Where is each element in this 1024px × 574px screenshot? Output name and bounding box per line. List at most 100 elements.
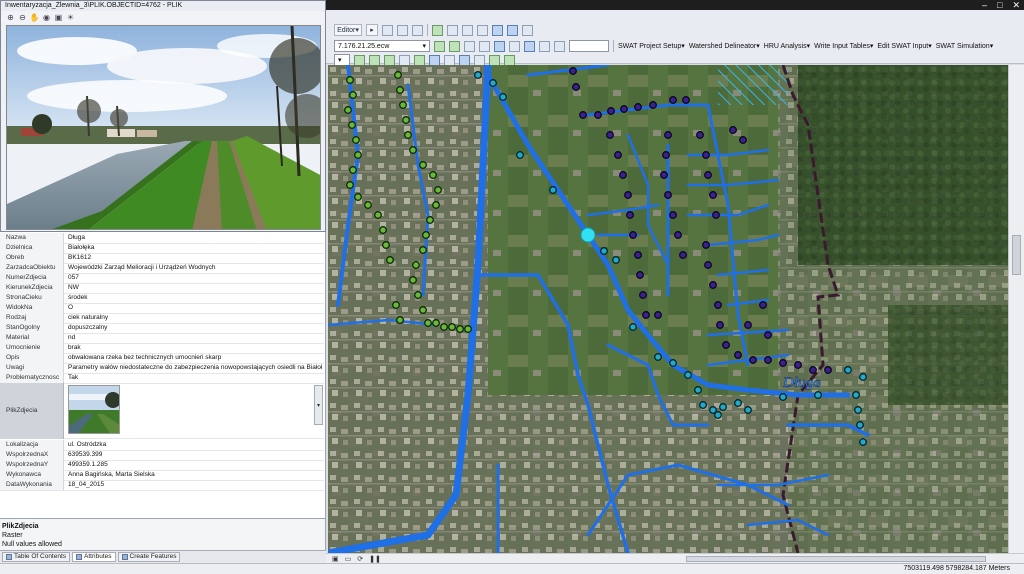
map-point[interactable] (374, 211, 382, 219)
attribute-row[interactable]: Opis obwałowana rzeka bez technicznych um… (0, 353, 324, 364)
map-point[interactable] (629, 323, 637, 331)
rotate-icon[interactable] (462, 24, 473, 36)
map-point[interactable] (854, 406, 862, 414)
map-point[interactable] (396, 316, 404, 324)
map-point[interactable] (779, 359, 787, 367)
map-point[interactable] (379, 226, 387, 234)
map-point[interactable] (572, 83, 580, 91)
attribute-value[interactable]: dopuszczalny (68, 323, 322, 333)
map-point[interactable] (607, 107, 615, 115)
map-point[interactable] (354, 193, 362, 201)
attribute-value[interactable]: 499359.1.285 (68, 460, 322, 470)
map-point[interactable] (346, 76, 354, 84)
attribute-value[interactable]: 057 (68, 273, 322, 283)
attribute-row[interactable]: DataWykonania 18_04_2015 (0, 480, 324, 491)
map-point[interactable] (664, 191, 672, 199)
map-point[interactable] (859, 438, 867, 446)
map-point[interactable] (852, 391, 860, 399)
map-point[interactable] (709, 281, 717, 289)
straight-segment-icon[interactable] (382, 24, 393, 36)
map-point[interactable] (660, 171, 668, 179)
chart-icon[interactable] (474, 54, 485, 66)
attribute-value[interactable]: obwałowana rzeka bez technicznych umocni… (68, 353, 322, 363)
identify-icon[interactable] (434, 40, 445, 52)
full-extent-map-icon[interactable] (399, 54, 410, 66)
map-point[interactable] (499, 93, 507, 101)
attribute-value[interactable]: 18_04_2015 (68, 480, 322, 490)
zoom-in-icon[interactable]: ⊕ (6, 13, 15, 22)
menu-swat-project-setup[interactable]: SWAT Project Setup▾ (618, 42, 685, 50)
html-popup-icon[interactable] (494, 40, 505, 52)
clear-selection-icon[interactable] (459, 54, 470, 66)
map-point[interactable] (432, 201, 440, 209)
map-point[interactable] (669, 359, 677, 367)
attribute-value[interactable]: nd (68, 333, 322, 343)
map-point[interactable] (679, 251, 687, 259)
map-canvas[interactable]: Długa (328, 65, 1008, 553)
attribute-value[interactable]: Białołęka (68, 243, 322, 253)
map-point[interactable] (716, 321, 724, 329)
attribute-value[interactable]: 639539.399 (68, 450, 322, 460)
map-point[interactable] (634, 103, 642, 111)
attribute-value[interactable]: Anna Bagińska, Marta Sielska (68, 470, 322, 480)
attribute-row[interactable]: ZarzadcaObiektu Wojewódzki Zarząd Meliora… (0, 263, 324, 274)
map-point[interactable] (702, 151, 710, 159)
attribute-row[interactable]: WidokNa O (0, 303, 324, 314)
map-point[interactable] (354, 151, 362, 159)
open-icon[interactable]: ▣ (54, 13, 63, 22)
attribute-row[interactable]: StanOgolny dopuszczalny (0, 323, 324, 334)
globe-icon[interactable] (489, 54, 500, 66)
map-point[interactable] (429, 171, 437, 179)
scale-input[interactable] (569, 40, 609, 52)
map-point[interactable] (364, 201, 372, 209)
map-point[interactable] (654, 311, 662, 319)
measure-icon[interactable] (464, 40, 475, 52)
attribute-row[interactable]: Obreb BK1612 (0, 253, 324, 264)
map-point[interactable] (624, 191, 632, 199)
point-icon[interactable] (412, 24, 423, 36)
attribute-row[interactable]: Problematycznosc Tak (0, 373, 324, 384)
attribute-value[interactable]: BK1612 (68, 253, 322, 263)
attributes-icon[interactable] (492, 24, 503, 36)
map-point[interactable] (699, 401, 707, 409)
sketch-properties-icon[interactable] (507, 24, 518, 36)
attribute-row[interactable]: Dzielnica Białołęka (0, 243, 324, 254)
zoom-in-map-icon[interactable] (354, 54, 365, 66)
map-point[interactable] (684, 371, 692, 379)
map-point[interactable] (734, 399, 742, 407)
light-icon[interactable]: ☀ (66, 13, 75, 22)
map-point[interactable] (669, 96, 677, 104)
map-point[interactable] (814, 391, 822, 399)
create-features-icon[interactable] (522, 24, 533, 36)
attribute-row[interactable]: Umocnienie brak (0, 343, 324, 354)
map-point[interactable] (349, 166, 357, 174)
map-view[interactable]: Długa (328, 65, 1008, 553)
attribute-row[interactable]: KierunekZdjecia NW (0, 283, 324, 294)
attribute-row[interactable]: WspolrzednaX 639539.399 (0, 450, 324, 461)
topology-icon[interactable] (432, 24, 443, 36)
find-icon[interactable] (449, 40, 460, 52)
map-point[interactable] (649, 101, 657, 109)
map-point[interactable] (669, 211, 677, 219)
attribute-row[interactable]: Rodzaj ciek naturalny (0, 313, 324, 324)
map-point[interactable] (704, 261, 712, 269)
map-point[interactable] (409, 146, 417, 154)
map-point[interactable] (794, 361, 802, 369)
map-point[interactable] (844, 366, 852, 374)
trace-icon[interactable] (397, 24, 408, 36)
map-point[interactable] (352, 136, 360, 144)
map-point[interactable] (549, 186, 557, 194)
map-point[interactable] (404, 131, 412, 139)
map-point[interactable] (456, 325, 464, 333)
map-point[interactable] (696, 131, 704, 139)
map-point[interactable] (474, 71, 482, 79)
attribute-value[interactable]: O (68, 303, 322, 313)
map-point[interactable] (432, 319, 440, 327)
layer-combo[interactable]: 7.176.21.25.ecw ▾ (334, 40, 430, 52)
map-point[interactable] (569, 67, 577, 75)
map-point[interactable] (694, 386, 702, 394)
map-point[interactable] (419, 306, 427, 314)
menu-hru-analysis[interactable]: HRU Analysis▾ (764, 42, 810, 50)
attribute-value[interactable]: NW (68, 283, 322, 293)
map-point[interactable] (709, 191, 717, 199)
